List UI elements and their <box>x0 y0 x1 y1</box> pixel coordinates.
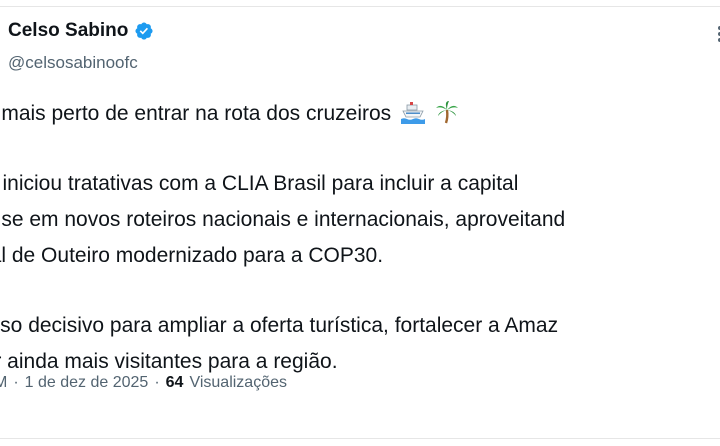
tweet-date[interactable]: 1 de dez de 2025 <box>25 374 149 392</box>
author-row: Celso Sabino <box>8 20 154 42</box>
tweet-time[interactable]: M <box>0 374 7 392</box>
top-divider <box>0 6 720 7</box>
more-options-icon[interactable] <box>709 24 720 44</box>
tweet-card: Celso Sabino @celsosabinoofc m mais pert… <box>0 0 720 446</box>
tweet-meta: M · 1 de dez de 2025 · 64 Visualizações <box>0 374 287 392</box>
tweet-line-5: asso decisivo para ampliar a oferta turí… <box>0 314 559 337</box>
tweet-line-3: ense em novos roteiros nacionais e inter… <box>0 208 566 231</box>
ship-icon <box>401 102 426 124</box>
bottom-divider <box>0 438 720 439</box>
tweet-line-2: ur iniciou tratativas com a CLIA Brasil … <box>0 172 519 195</box>
tweet-line-4: nal de Outeiro modernizado para a COP30. <box>0 244 384 267</box>
author-display-name[interactable]: Celso Sabino <box>8 20 128 42</box>
meta-separator-2: · <box>154 374 160 391</box>
verified-badge-icon <box>135 22 153 40</box>
tweet-text: m mais perto de entrar na rota dos cruze… <box>0 96 720 380</box>
views-label[interactable]: Visualizações <box>189 374 287 392</box>
meta-separator: · <box>13 374 19 391</box>
tweet-line-1: m mais perto de entrar na rota dos cruze… <box>0 96 720 132</box>
palm-tree-icon <box>435 101 458 124</box>
views-count[interactable]: 64 <box>166 374 184 392</box>
author-handle[interactable]: @celsosabinoofc <box>8 53 138 73</box>
